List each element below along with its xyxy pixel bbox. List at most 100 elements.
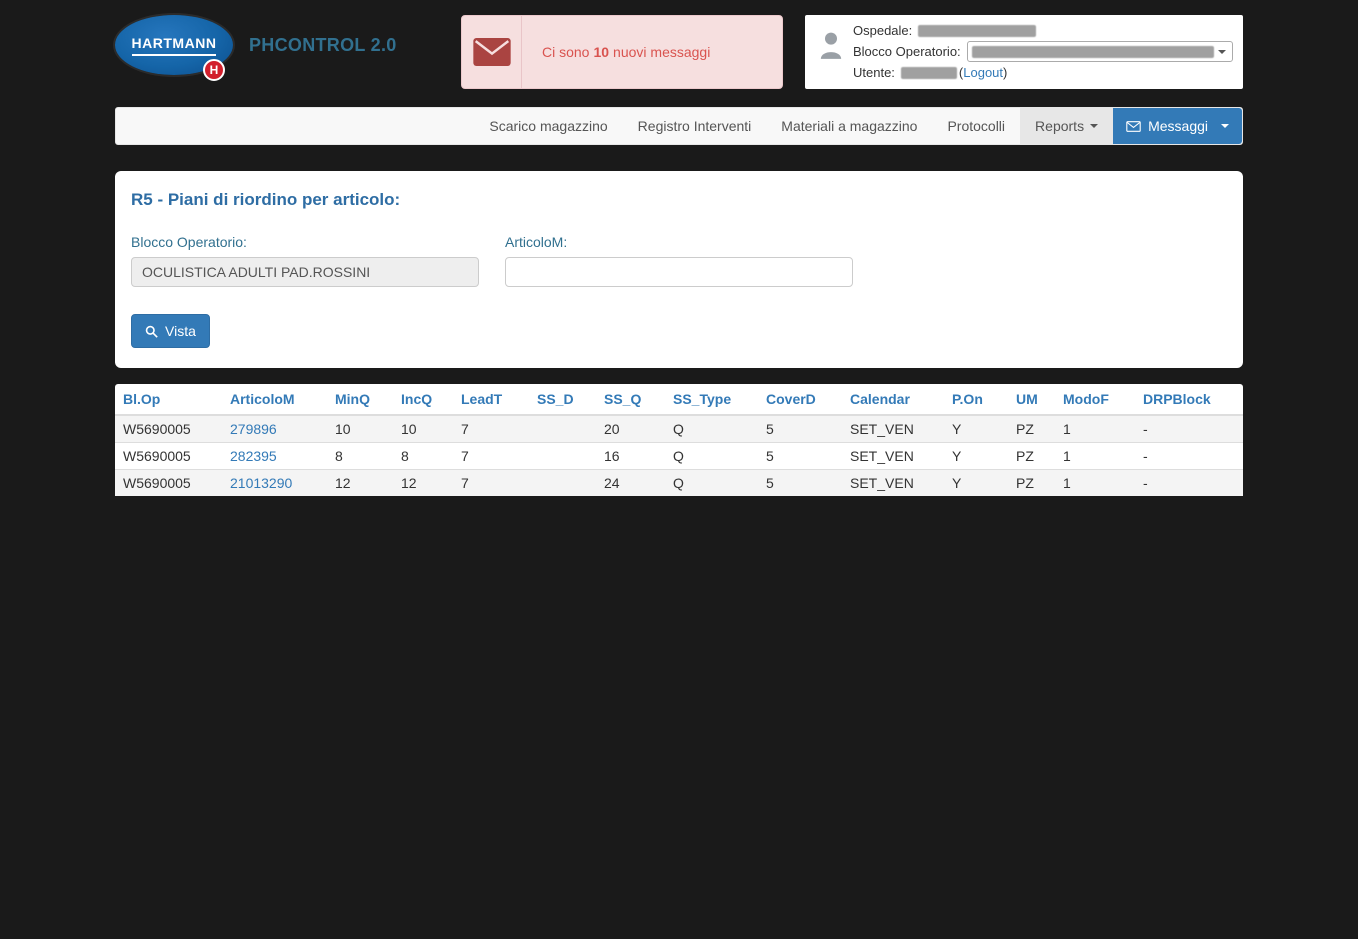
logo-badge-icon: H xyxy=(203,59,225,81)
report-form: Blocco Operatorio: ArticoloM: xyxy=(131,234,1227,287)
nav-item-materiali-magazzino[interactable]: Materiali a magazzino xyxy=(766,108,932,144)
column-header-ss-q[interactable]: SS_Q xyxy=(596,384,665,415)
page-title: R5 - Piani di riordino per articolo: xyxy=(131,190,1227,210)
logout-wrap: (Logout) xyxy=(959,65,1007,80)
column-header-ss-type[interactable]: SS_Type xyxy=(665,384,758,415)
table-cell: 21013290 xyxy=(222,470,327,497)
table-cell: Q xyxy=(665,415,758,443)
user-lines: Ospedale: Blocco Operatorio: Utente: (Lo… xyxy=(849,20,1233,84)
table-cell: W5690005 xyxy=(115,470,222,497)
nav-item-reports[interactable]: Reports xyxy=(1020,108,1113,144)
page-container: HARTMANN H PHCONTROL 2.0 Ci sono 10 nuov… xyxy=(115,0,1243,496)
table-cell: 1 xyxy=(1055,415,1135,443)
blocco-line: Blocco Operatorio: xyxy=(853,41,1233,62)
table-cell xyxy=(529,443,596,470)
table-cell: 279896 xyxy=(222,415,327,443)
utente-label: Utente: xyxy=(853,65,895,80)
messaggi-label: Messaggi xyxy=(1148,118,1208,134)
table-cell: 12 xyxy=(393,470,453,497)
column-header-leadt[interactable]: LeadT xyxy=(453,384,529,415)
table-row: W56900052798961010720Q5SET_VENYPZ1- xyxy=(115,415,1243,443)
person-icon xyxy=(818,30,844,60)
table-cell: Y xyxy=(944,415,1008,443)
alert-count: 10 xyxy=(593,44,609,60)
blocco-redacted-value xyxy=(972,46,1214,58)
table-cell: 1 xyxy=(1055,470,1135,497)
hospital-redacted-value xyxy=(918,25,1036,37)
column-header-coverd[interactable]: CoverD xyxy=(758,384,842,415)
chevron-down-icon xyxy=(1221,124,1229,128)
column-header-p-on[interactable]: P.On xyxy=(944,384,1008,415)
results-table: Bl.OpArticoloMMinQIncQLeadTSS_DSS_QSS_Ty… xyxy=(115,384,1243,496)
blocco-label: Blocco Operatorio: xyxy=(853,44,961,59)
articolom-field[interactable] xyxy=(505,257,853,287)
table-cell xyxy=(529,415,596,443)
article-link[interactable]: 21013290 xyxy=(230,475,292,491)
table-cell: 1 xyxy=(1055,443,1135,470)
main-navbar: Scarico magazzino Registro Interventi Ma… xyxy=(115,107,1243,145)
column-header-incq[interactable]: IncQ xyxy=(393,384,453,415)
table-cell: 5 xyxy=(758,415,842,443)
chevron-down-icon xyxy=(1214,50,1230,54)
alert-text: Ci sono 10 nuovi messaggi xyxy=(522,16,782,88)
table-cell: 8 xyxy=(327,443,393,470)
search-icon xyxy=(145,325,158,338)
articolom-group: ArticoloM: xyxy=(505,234,853,287)
table-cell: 7 xyxy=(453,443,529,470)
reports-label: Reports xyxy=(1035,118,1084,134)
column-header-minq[interactable]: MinQ xyxy=(327,384,393,415)
table-cell: - xyxy=(1135,415,1243,443)
articolom-field-label: ArticoloM: xyxy=(505,234,853,250)
table-cell: PZ xyxy=(1008,470,1055,497)
table-cell: 7 xyxy=(453,470,529,497)
column-header-calendar[interactable]: Calendar xyxy=(842,384,944,415)
column-header-drpblock[interactable]: DRPBlock xyxy=(1135,384,1243,415)
table-cell: 20 xyxy=(596,415,665,443)
messaggi-dropdown-button[interactable]: Messaggi xyxy=(1113,108,1242,144)
alert-prefix: Ci sono xyxy=(542,44,589,60)
envelope-icon xyxy=(473,38,511,66)
paren-close: ) xyxy=(1003,65,1007,80)
article-link[interactable]: 279896 xyxy=(230,421,277,437)
table-cell: 8 xyxy=(393,443,453,470)
column-header-ss-d[interactable]: SS_D xyxy=(529,384,596,415)
user-icon-cell xyxy=(813,20,849,84)
table-cell: Q xyxy=(665,470,758,497)
table-row: W5690005210132901212724Q5SET_VENYPZ1- xyxy=(115,470,1243,497)
blocco-operatorio-select[interactable] xyxy=(967,41,1233,62)
table-cell: SET_VEN xyxy=(842,443,944,470)
hartmann-logo: HARTMANN H xyxy=(115,15,233,75)
hospital-label: Ospedale: xyxy=(853,23,912,38)
article-link[interactable]: 282395 xyxy=(230,448,277,464)
blocco-operatorio-field-label: Blocco Operatorio: xyxy=(131,234,479,250)
table-header-row: Bl.OpArticoloMMinQIncQLeadTSS_DSS_QSS_Ty… xyxy=(115,384,1243,415)
table-cell: 12 xyxy=(327,470,393,497)
alert-icon-cell xyxy=(462,16,522,88)
table-cell: 5 xyxy=(758,443,842,470)
vista-button[interactable]: Vista xyxy=(131,314,210,348)
logout-link[interactable]: Logout xyxy=(963,65,1003,80)
nav-items: Scarico magazzino Registro Interventi Ma… xyxy=(474,108,1113,144)
nav-item-scarico-magazzino[interactable]: Scarico magazzino xyxy=(474,108,622,144)
table-cell: SET_VEN xyxy=(842,415,944,443)
blocco-operatorio-field xyxy=(131,257,479,287)
column-header-articolom[interactable]: ArticoloM xyxy=(222,384,327,415)
header: HARTMANN H PHCONTROL 2.0 Ci sono 10 nuov… xyxy=(115,15,1243,89)
messages-alert: Ci sono 10 nuovi messaggi xyxy=(461,15,783,89)
brand: HARTMANN H PHCONTROL 2.0 xyxy=(115,15,461,75)
table-head: Bl.OpArticoloMMinQIncQLeadTSS_DSS_QSS_Ty… xyxy=(115,384,1243,415)
column-header-modof[interactable]: ModoF xyxy=(1055,384,1135,415)
blocco-operatorio-group: Blocco Operatorio: xyxy=(131,234,479,287)
table-cell xyxy=(529,470,596,497)
table-cell: 7 xyxy=(453,415,529,443)
nav-item-registro-interventi[interactable]: Registro Interventi xyxy=(623,108,767,144)
nav-item-protocolli[interactable]: Protocolli xyxy=(932,108,1020,144)
chevron-down-icon xyxy=(1090,124,1098,128)
column-header-bl-op[interactable]: Bl.Op xyxy=(115,384,222,415)
alert-suffix: nuovi messaggi xyxy=(613,44,710,60)
envelope-icon xyxy=(1126,121,1141,132)
report-panel: R5 - Piani di riordino per articolo: Blo… xyxy=(115,171,1243,368)
column-header-um[interactable]: UM xyxy=(1008,384,1055,415)
utente-line: Utente: (Logout) xyxy=(853,62,1233,83)
table-cell: 282395 xyxy=(222,443,327,470)
